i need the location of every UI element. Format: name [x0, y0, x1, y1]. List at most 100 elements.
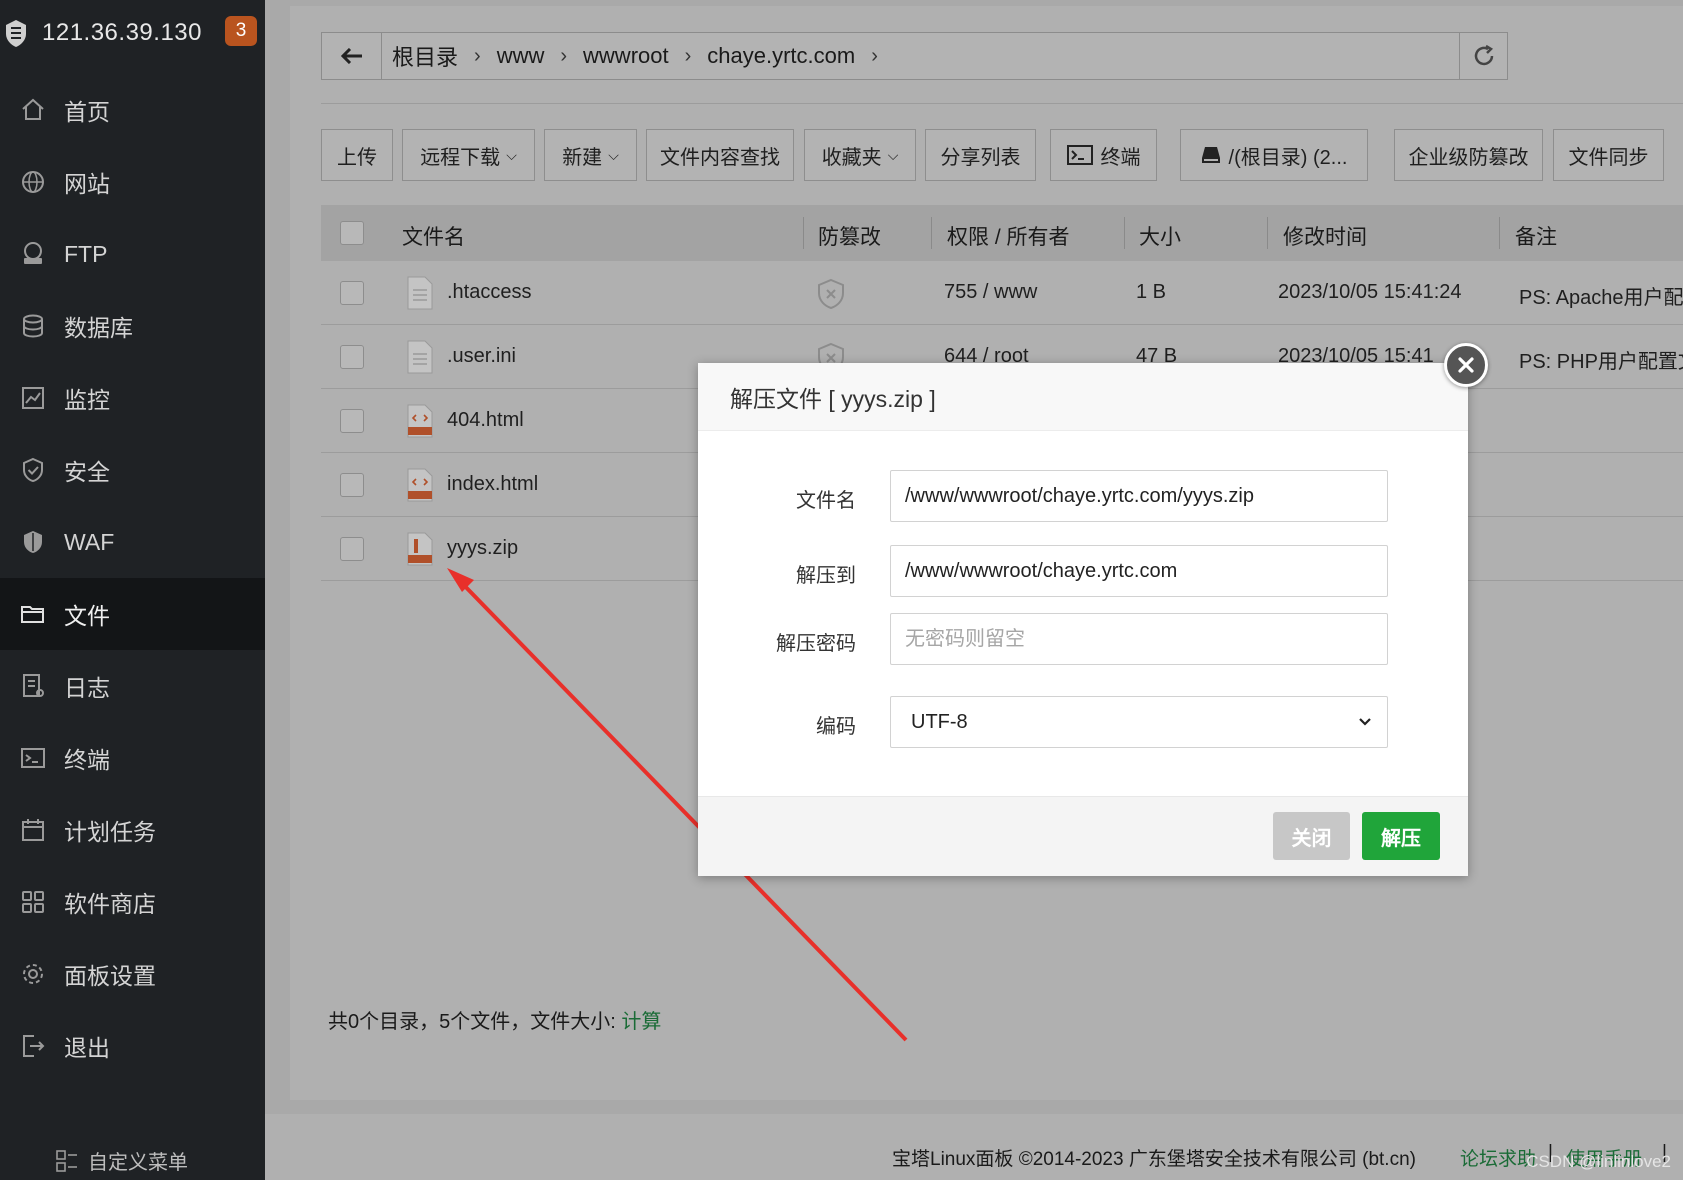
upload-label: 上传 — [337, 146, 377, 169]
html-file-icon — [407, 468, 433, 502]
breadcrumb: 根目录 › www › wwwroot › chaye.yrtc.com › — [382, 40, 1459, 72]
sidebar-item-terminal[interactable]: 终端 — [0, 722, 265, 794]
terminal-icon — [1066, 145, 1093, 165]
file-name[interactable]: 404.html — [447, 409, 524, 432]
file-note[interactable]: PS: PHP用户配置文 — [1519, 345, 1683, 374]
log-icon — [20, 673, 46, 699]
file-name[interactable]: index.html — [447, 473, 538, 496]
encoding-select[interactable]: UTF-8 — [890, 696, 1388, 748]
forum-link[interactable]: 论坛求助 — [1460, 1144, 1536, 1171]
file-sync-button[interactable]: 文件同步 — [1553, 129, 1664, 181]
table-row[interactable]: .htaccess 755 / www 1 B 2023/10/05 15:41… — [321, 261, 1683, 325]
row-checkbox[interactable] — [340, 537, 364, 561]
notification-badge[interactable]: 3 — [225, 16, 257, 46]
file-size: 1 B — [1136, 281, 1167, 303]
custom-menu-label: 自定义菜单 — [88, 1152, 188, 1174]
file-summary: 共0个目录，5个文件，文件大小: 计算 — [328, 1005, 661, 1034]
file-name[interactable]: yyys.zip — [447, 537, 518, 560]
file-permission[interactable]: 755 / www — [944, 281, 1037, 304]
content-search-button[interactable]: 文件内容查找 — [646, 129, 794, 181]
extract-button[interactable]: 解压 — [1362, 812, 1440, 860]
new-button[interactable]: 新建 ⌵ — [544, 129, 637, 181]
chevron-right-icon: › — [871, 44, 878, 67]
row-checkbox[interactable] — [340, 281, 364, 305]
select-all-checkbox[interactable] — [340, 221, 364, 245]
grid-icon — [20, 889, 46, 915]
sidebar-item-home[interactable]: 首页 — [0, 74, 265, 146]
tamper-proof-button[interactable]: 企业级防篡改 — [1394, 129, 1543, 181]
sidebar-item-logs[interactable]: 日志 — [0, 650, 265, 722]
sidebar-item-website[interactable]: 网站 — [0, 146, 265, 218]
column-header-mtime[interactable]: 修改时间 — [1283, 221, 1367, 251]
sidebar-item-waf[interactable]: WAF — [0, 506, 265, 578]
close-button[interactable]: 关闭 — [1273, 812, 1350, 860]
remote-download-button[interactable]: 远程下载 ⌵ — [402, 129, 535, 181]
chevron-right-icon: › — [474, 44, 481, 67]
breadcrumb-item[interactable]: www — [497, 43, 545, 69]
column-header-name[interactable]: 文件名 — [402, 221, 465, 251]
dialog-close-button[interactable] — [1444, 343, 1488, 387]
arrow-left-icon — [340, 48, 362, 64]
filename-label: 文件名 — [796, 490, 856, 512]
breadcrumb-item[interactable]: chaye.yrtc.com — [707, 43, 855, 69]
upload-button[interactable]: 上传 — [321, 129, 393, 181]
tamper-shield-icon[interactable] — [816, 278, 846, 310]
sidebar-item-label: 数据库 — [64, 315, 133, 341]
sidebar-item-label: WAF — [64, 528, 115, 555]
sidebar-item-monitor[interactable]: 监控 — [0, 362, 265, 434]
sidebar-item-files[interactable]: 文件 — [0, 578, 265, 650]
sidebar-item-security[interactable]: 安全 — [0, 434, 265, 506]
terminal-icon — [20, 745, 46, 771]
sidebar-item-ftp[interactable]: FTP — [0, 218, 265, 290]
share-list-button[interactable]: 分享列表 — [925, 129, 1036, 181]
destination-input[interactable] — [890, 545, 1388, 597]
refresh-icon — [1474, 44, 1493, 66]
sidebar-item-database[interactable]: 数据库 — [0, 290, 265, 362]
text-file-icon — [407, 276, 433, 310]
chevron-down-icon: ⌵ — [608, 146, 619, 163]
sidebar-item-store[interactable]: 软件商店 — [0, 866, 265, 938]
file-mtime: 2023/10/05 15:41:24 — [1278, 281, 1462, 303]
filename-input[interactable] — [890, 470, 1388, 522]
text-file-icon — [407, 340, 433, 374]
sidebar-item-logout[interactable]: 退出 — [0, 1010, 265, 1082]
chevron-down-icon: ⌵ — [887, 146, 899, 163]
custom-menu-link[interactable]: 自定义菜单 — [56, 1146, 188, 1175]
content-search-label: 文件内容查找 — [660, 146, 780, 169]
row-checkbox[interactable] — [340, 473, 364, 497]
sidebar-item-cron[interactable]: 计划任务 — [0, 794, 265, 866]
chevron-right-icon: › — [684, 44, 692, 67]
password-input[interactable] — [890, 613, 1388, 665]
sidebar: 121.36.39.130 3 首页 网站 FTP 数据库 监控 安全 WAF … — [0, 0, 265, 1180]
footer: 宝塔Linux面板 ©2014-2023 广东堡塔安全技术有限公司 (bt.cn… — [265, 1114, 1683, 1180]
refresh-button[interactable] — [1459, 33, 1507, 79]
column-divider — [931, 217, 932, 249]
gear-icon — [20, 961, 46, 987]
breadcrumb-item[interactable]: 根目录 — [392, 40, 458, 72]
chevron-down-icon — [1359, 718, 1371, 726]
column-header-permission: 权限 / 所有者 — [947, 226, 1070, 249]
sidebar-item-settings[interactable]: 面板设置 — [0, 938, 265, 1010]
calculate-size-link[interactable]: 计算 — [621, 1011, 661, 1033]
server-ip[interactable]: 121.36.39.130 — [42, 19, 202, 47]
chevron-down-icon: ⌵ — [506, 146, 517, 163]
globe-icon — [20, 169, 46, 195]
file-name[interactable]: .user.ini — [447, 345, 516, 368]
disk-button[interactable]: /(根目录) (2... — [1180, 129, 1368, 181]
shield-check-icon — [20, 457, 46, 483]
row-checkbox[interactable] — [340, 409, 364, 433]
destination-row: 解压到 — [698, 545, 1468, 597]
file-note[interactable]: PS: Apache用户配 — [1519, 281, 1683, 310]
back-button[interactable] — [322, 33, 382, 79]
new-label: 新建 — [562, 146, 603, 169]
breadcrumb-item[interactable]: wwwroot — [583, 43, 669, 69]
home-icon — [20, 97, 46, 123]
file-name[interactable]: .htaccess — [447, 281, 531, 304]
terminal-button[interactable]: 终端 — [1050, 129, 1157, 181]
favorites-button[interactable]: 收藏夹 ⌵ — [804, 129, 916, 181]
server-header: 121.36.39.130 3 — [0, 0, 265, 66]
html-file-icon — [407, 404, 433, 438]
sidebar-item-label: 退出 — [64, 1035, 110, 1061]
column-header-size[interactable]: 大小 — [1139, 221, 1181, 251]
row-checkbox[interactable] — [340, 345, 364, 369]
